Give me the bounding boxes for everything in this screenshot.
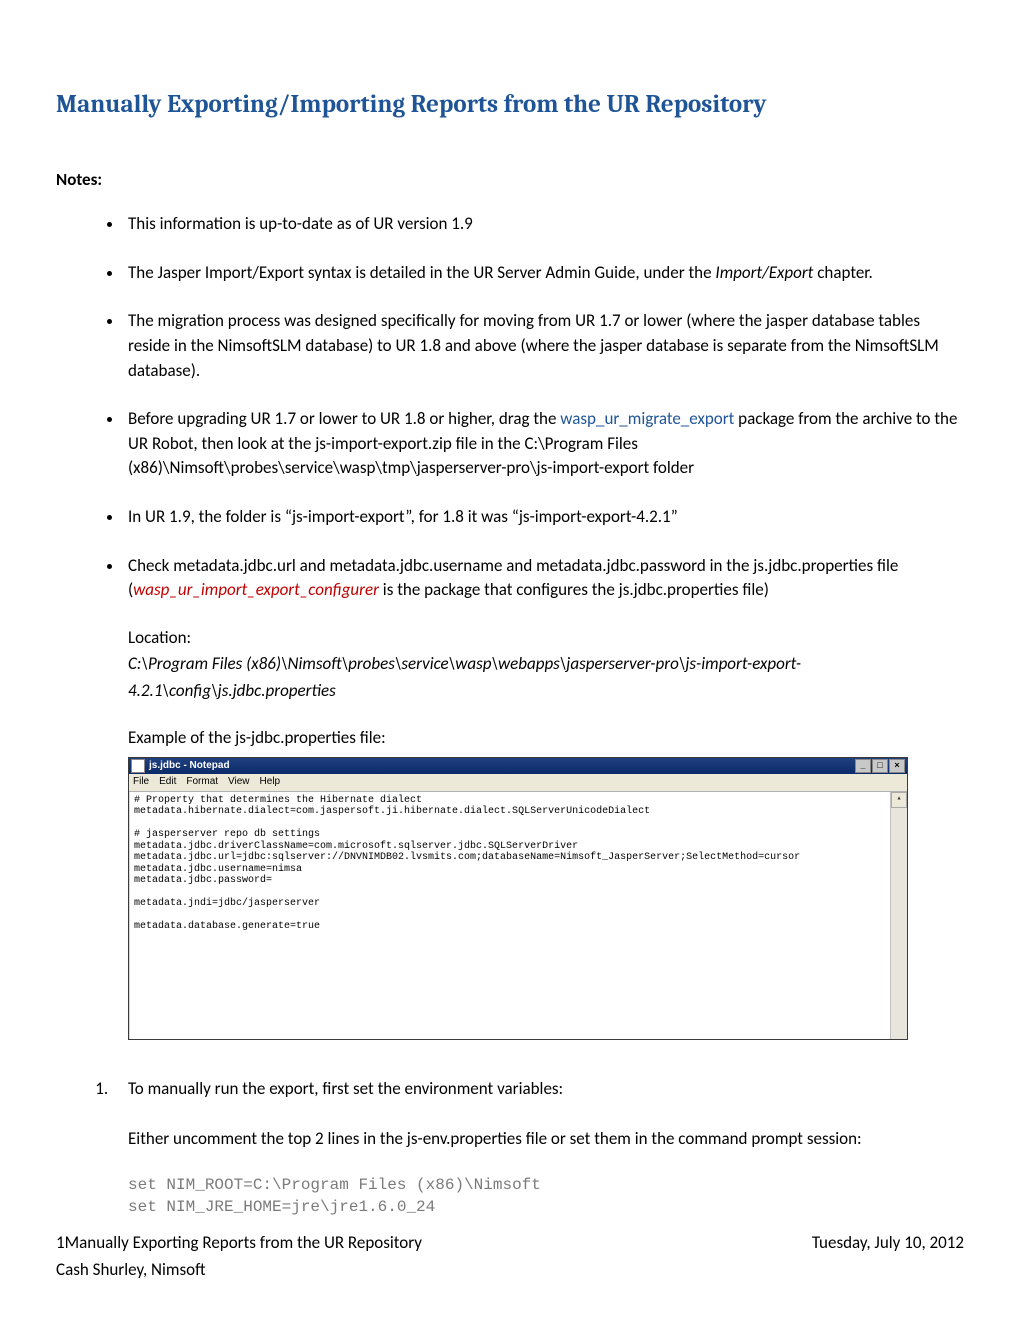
package-name-link: wasp_ur_migrate_export	[560, 408, 734, 429]
bullet-text: In UR 1.9, the folder is “js-import-expo…	[128, 506, 678, 527]
bullet-emphasis: Import/Export	[715, 262, 813, 283]
scroll-up-button[interactable]: ▴	[891, 792, 907, 808]
location-path: C:\Program Files (x86)\Nimsoft\probes\se…	[128, 653, 801, 700]
bullet-text: is the package that configures the js.jd…	[379, 579, 769, 600]
footer-author: Cash Shurley, Nimsoft	[56, 1259, 964, 1280]
notepad-title-text: js.jdbc - Notepad	[149, 759, 230, 774]
page-title: Manually Exporting/Importing Reports fro…	[56, 90, 964, 119]
footer-doc-title: Manually Exporting Reports from the UR R…	[65, 1232, 422, 1253]
bullet-text: This information is up-to-date as of UR …	[128, 213, 473, 234]
list-item: In UR 1.9, the folder is “js-import-expo…	[124, 505, 964, 530]
location-label: Location:	[128, 627, 191, 648]
example-label: Example of the js-jdbc.properties file:	[128, 726, 964, 751]
notepad-window: js.jdbc - Notepad _ □ × File Edit Format…	[128, 757, 908, 1041]
list-item: Check metadata.jdbc.url and metadata.jdb…	[124, 554, 964, 1040]
code-block: set NIM_ROOT=C:\Program Files (x86)\Nims…	[56, 1175, 964, 1218]
maximize-button[interactable]: □	[872, 759, 888, 773]
step-text: To manually run the export, first set th…	[128, 1078, 563, 1099]
footer-date: Tuesday, July 10, 2012	[812, 1232, 964, 1253]
window-buttons: _ □ ×	[855, 759, 905, 773]
notepad-app-icon	[131, 759, 145, 773]
notepad-titlebar: js.jdbc - Notepad _ □ ×	[129, 758, 907, 775]
menu-view[interactable]: View	[228, 775, 250, 790]
page-footer: 1Manually Exporting Reports from the UR …	[56, 1232, 964, 1280]
package-name-red: wasp_ur_import_export_configurer	[133, 579, 379, 600]
step-subtext: Either uncomment the top 2 lines in the …	[56, 1126, 964, 1152]
menu-edit[interactable]: Edit	[159, 775, 176, 790]
notepad-body-wrap: # Property that determines the Hibernate…	[129, 792, 907, 1040]
document-page: Manually Exporting/Importing Reports fro…	[0, 0, 1020, 1320]
steps-list: To manually run the export, first set th…	[56, 1076, 964, 1102]
notes-heading: Notes:	[56, 169, 964, 190]
bullet-text: chapter.	[813, 262, 872, 283]
location-block: Location: C:\Program Files (x86)\Nimsoft…	[128, 625, 964, 704]
bullet-text: The Jasper Import/Export syntax is detai…	[128, 262, 715, 283]
bullet-text: Before upgrading UR 1.7 or lower to UR 1…	[128, 408, 560, 429]
menu-format[interactable]: Format	[186, 775, 218, 790]
minimize-button[interactable]: _	[855, 759, 871, 773]
bullet-text: The migration process was designed speci…	[128, 310, 939, 380]
menu-file[interactable]: File	[133, 775, 149, 790]
notepad-menubar: File Edit Format View Help	[129, 774, 907, 792]
footer-left: 1Manually Exporting Reports from the UR …	[56, 1232, 422, 1253]
menu-help[interactable]: Help	[260, 775, 281, 790]
list-item: The migration process was designed speci…	[124, 309, 964, 383]
close-button[interactable]: ×	[889, 759, 905, 773]
list-item: The Jasper Import/Export syntax is detai…	[124, 261, 964, 286]
footer-row-1: 1Manually Exporting Reports from the UR …	[56, 1232, 964, 1253]
step-item: To manually run the export, first set th…	[112, 1076, 964, 1102]
notepad-scrollbar[interactable]: ▴	[890, 792, 907, 1040]
list-item: This information is up-to-date as of UR …	[124, 212, 964, 237]
footer-page-num: 1	[56, 1232, 65, 1253]
list-item: Before upgrading UR 1.7 or lower to UR 1…	[124, 407, 964, 481]
notes-list: This information is up-to-date as of UR …	[56, 212, 964, 1040]
notepad-text-area[interactable]: # Property that determines the Hibernate…	[129, 792, 890, 1040]
